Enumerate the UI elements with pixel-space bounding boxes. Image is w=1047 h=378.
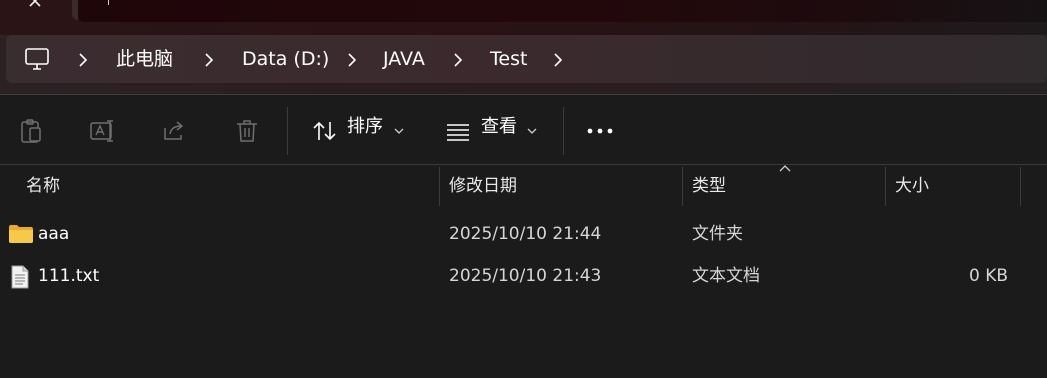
column-header-size[interactable]: 大小: [895, 165, 929, 207]
file-name[interactable]: 111.txt: [38, 256, 99, 296]
file-name[interactable]: aaa: [38, 214, 69, 254]
view-label: 查看: [481, 116, 517, 137]
breadcrumb-item-test[interactable]: Test: [490, 35, 527, 83]
column-header-type[interactable]: 类型: [692, 165, 726, 207]
folder-icon: [9, 225, 33, 243]
trash-icon[interactable]: [234, 118, 260, 144]
breadcrumb[interactable]: 此电脑 Data (D:) JAVA Test: [6, 35, 1047, 83]
file-size: [895, 214, 1008, 254]
active-tab[interactable]: [78, 0, 1047, 22]
sort-label: 排序: [347, 116, 383, 137]
column-divider[interactable]: [682, 167, 683, 206]
chevron-right-icon[interactable]: [203, 53, 215, 67]
file-modified: 2025/10/10 21:44: [449, 224, 602, 244]
sort-icon: [313, 121, 336, 141]
chevron-right-icon[interactable]: [452, 53, 464, 67]
file-row[interactable]: 111.txt 2025/10/10 21:43 文本文档 0 KB: [0, 256, 1047, 296]
more-options-button[interactable]: [578, 112, 622, 150]
command-bar: 排序 查看: [0, 95, 1047, 165]
text-file-icon: [11, 265, 29, 289]
toolbar-separator: [563, 107, 564, 155]
file-type: 文本文档: [692, 266, 760, 286]
breadcrumb-item-this-pc[interactable]: 此电脑: [116, 35, 173, 83]
computer-icon[interactable]: [24, 47, 50, 71]
toolbar-separator: [287, 107, 288, 155]
column-divider[interactable]: [439, 167, 440, 206]
chevron-right-icon[interactable]: [77, 53, 89, 67]
file-size: 0 KB: [968, 266, 1008, 286]
text-caret: [108, 0, 109, 5]
view-button[interactable]: 查看: [438, 107, 550, 155]
address-row: 此电脑 Data (D:) JAVA Test: [0, 35, 1047, 95]
tab-close-button[interactable]: [0, 0, 72, 20]
column-header-modified[interactable]: 修改日期: [449, 165, 517, 207]
chevron-right-icon[interactable]: [552, 53, 564, 67]
column-divider[interactable]: [1020, 167, 1021, 206]
clipboard-icon[interactable]: [18, 118, 44, 144]
chevron-right-icon[interactable]: [346, 53, 358, 67]
file-type: 文件夹: [692, 224, 743, 244]
more-icon: [587, 128, 613, 134]
title-bar: [0, 0, 1047, 35]
column-header-name[interactable]: 名称: [26, 165, 60, 207]
breadcrumb-item-data-drive[interactable]: Data (D:): [242, 35, 329, 83]
rename-icon[interactable]: [89, 119, 117, 143]
close-icon: [29, 0, 41, 7]
sort-button[interactable]: 排序: [304, 107, 416, 155]
chevron-down-icon: [527, 128, 537, 134]
view-list-icon: [447, 124, 469, 141]
file-modified: 2025/10/10 21:43: [449, 266, 602, 286]
share-icon[interactable]: [162, 119, 188, 143]
column-divider[interactable]: [885, 167, 886, 206]
chevron-down-icon: [394, 128, 404, 134]
breadcrumb-item-java[interactable]: JAVA: [383, 35, 425, 83]
file-row[interactable]: aaa 2025/10/10 21:44 文件夹: [0, 214, 1047, 254]
sort-ascending-icon: [779, 165, 791, 172]
file-explorer-window: 此电脑 Data (D:) JAVA Test 排序 查看 名称 修改日期 类型…: [0, 0, 1047, 378]
command-bar-border: [0, 164, 1047, 165]
